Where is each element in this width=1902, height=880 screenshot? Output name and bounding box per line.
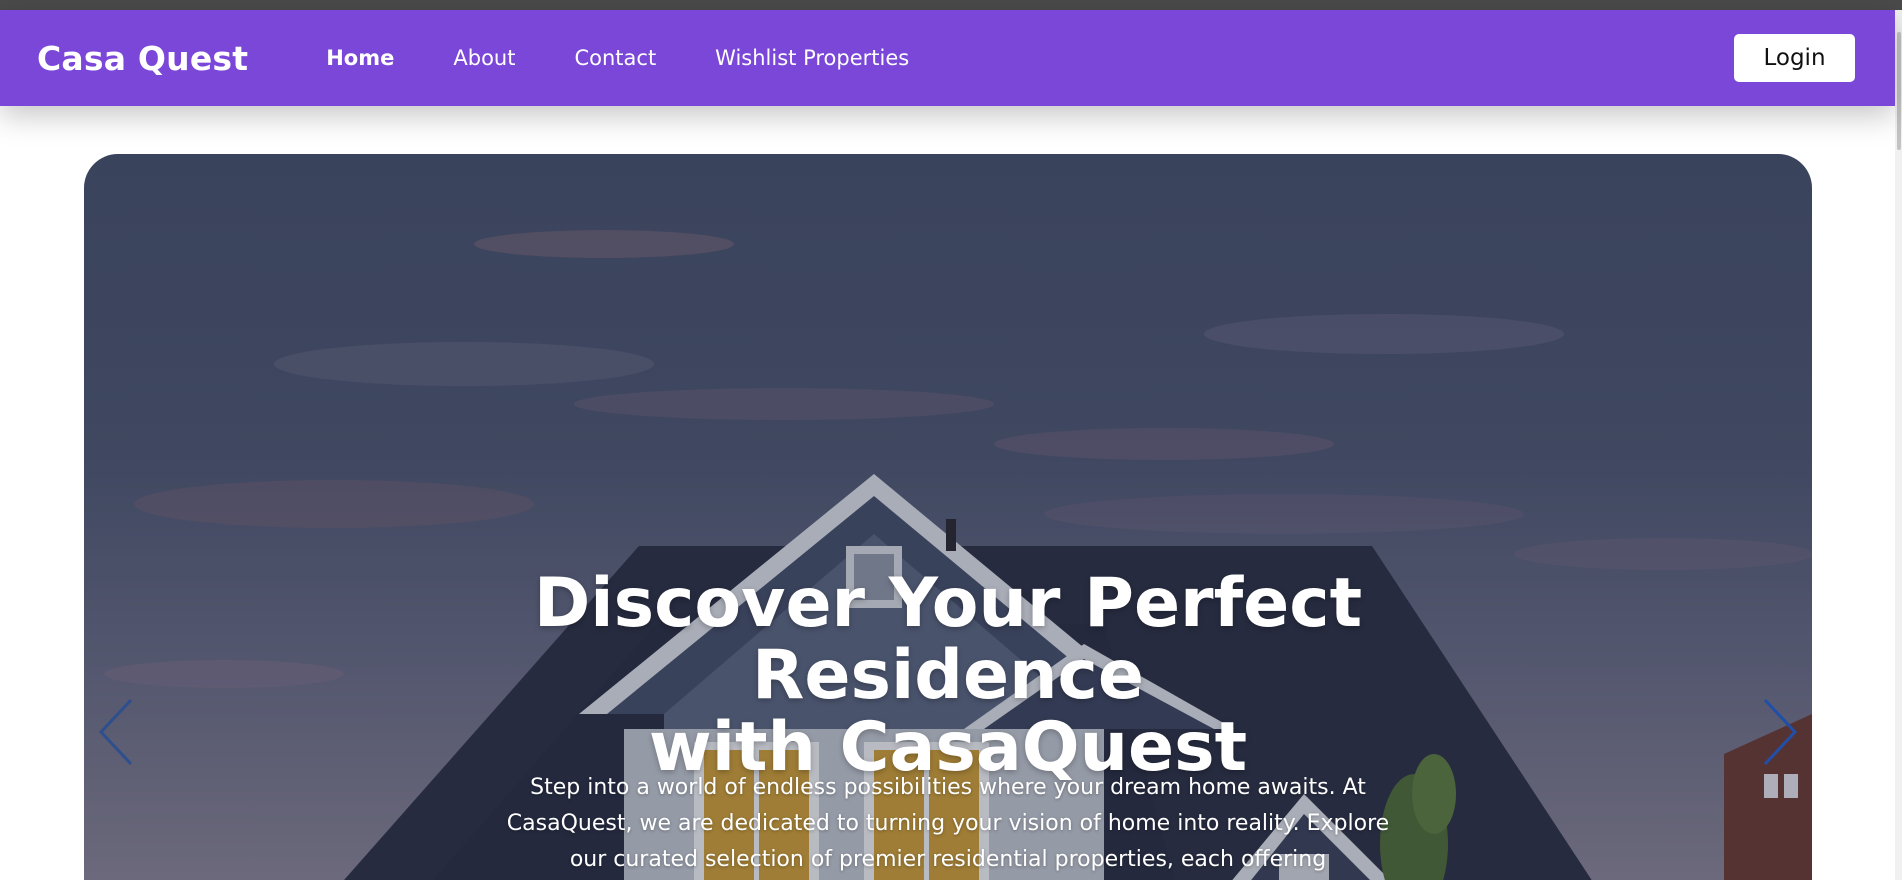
chevron-left-icon [98, 698, 133, 766]
nav-link-wishlist[interactable]: Wishlist Properties [715, 46, 909, 70]
nav-link-contact[interactable]: Contact [574, 46, 656, 70]
login-button[interactable]: Login [1734, 34, 1855, 82]
hero-title: Discover Your Perfect Residence with Cas… [348, 568, 1548, 784]
nav-link-home[interactable]: Home [326, 46, 394, 70]
carousel-prev-button[interactable] [92, 692, 142, 772]
nav-link-about[interactable]: About [453, 46, 515, 70]
hero-carousel: Discover Your Perfect Residence with Cas… [84, 154, 1812, 880]
hero-content: Discover Your Perfect Residence with Cas… [84, 154, 1812, 880]
hero-description: Step into a world of endless possibiliti… [506, 775, 1390, 872]
nav-links: Home About Contact Wishlist Properties [326, 46, 968, 70]
chevron-right-icon [1763, 698, 1798, 766]
brand-logo[interactable]: Casa Quest [37, 39, 248, 78]
scrollbar-thumb[interactable] [1897, 32, 1901, 150]
hero-title-line1: Discover Your Perfect Residence [533, 564, 1363, 715]
navbar: Casa Quest Home About Contact Wishlist P… [0, 10, 1895, 106]
carousel-next-button[interactable] [1754, 692, 1804, 772]
browser-top-strip [0, 0, 1902, 10]
